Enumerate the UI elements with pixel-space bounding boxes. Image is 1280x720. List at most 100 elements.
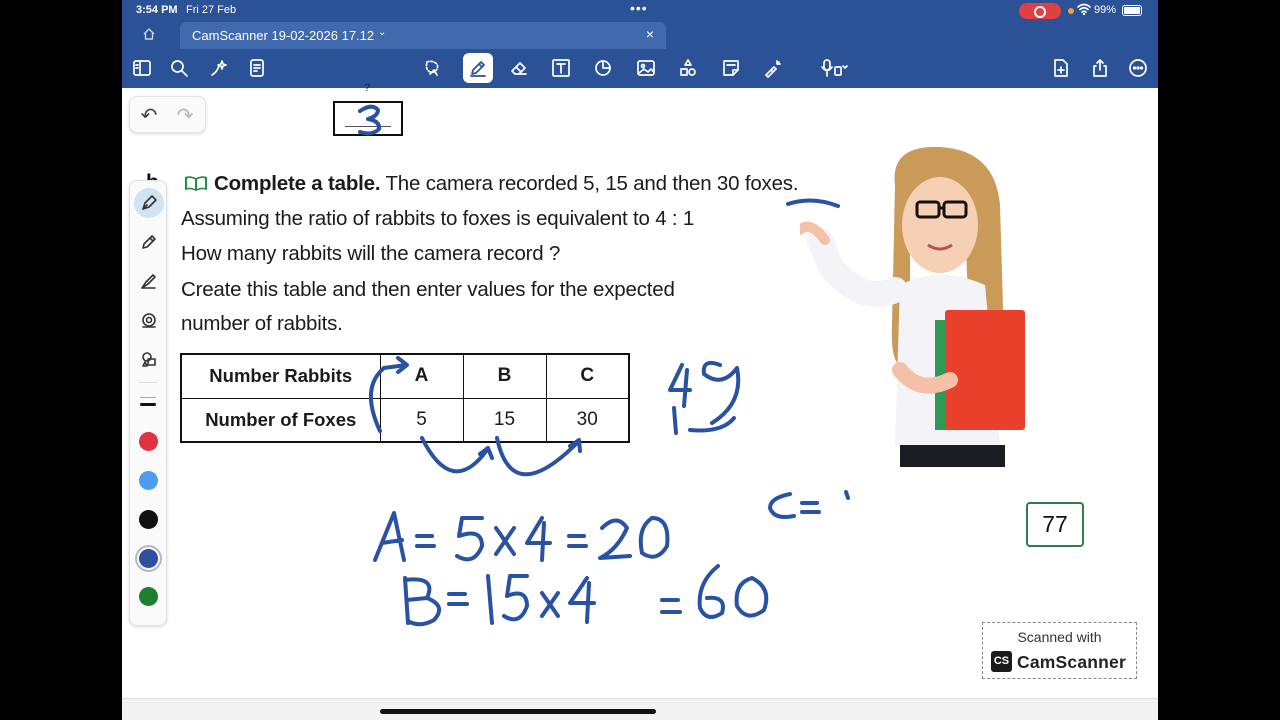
question-line-2: Assuming the ratio of rabbits to foxes i… xyxy=(181,207,695,230)
brush-pen-tool[interactable] xyxy=(134,266,164,296)
status-time: 3:54 PM xyxy=(136,4,178,16)
table-cell-foxes-c: 30 xyxy=(545,397,630,443)
worksheet-page[interactable]: ? b Complete a table. The camera recorde… xyxy=(122,82,1158,698)
more-icon xyxy=(1129,59,1147,77)
eraser-tool-button[interactable] xyxy=(504,53,534,83)
screen: 3:54 PM Fri 27 Feb ••• 99% CamScanner 19… xyxy=(0,0,1280,720)
pen-icon xyxy=(470,61,486,77)
share-icon xyxy=(1093,59,1107,77)
color-swatch-black[interactable] xyxy=(139,510,158,529)
undo-icon[interactable]: ↶ xyxy=(136,103,162,127)
image-icon xyxy=(637,60,655,76)
handwritten-eq-b xyxy=(403,564,769,627)
table-col-a: A xyxy=(379,353,464,399)
text-tool-button[interactable] xyxy=(546,53,576,83)
battery-icon xyxy=(1122,5,1142,16)
page-number: 77 xyxy=(1026,502,1084,547)
highlighter-icon xyxy=(142,313,156,328)
highlighter-tool[interactable] xyxy=(134,305,164,335)
sidebar-icon xyxy=(133,60,151,76)
camscanner-watermark: Scanned with CS CamScanner xyxy=(982,622,1137,679)
handwritten-eq-c xyxy=(768,490,850,519)
magic-button[interactable] xyxy=(204,53,234,83)
sidebar-toggle-button[interactable] xyxy=(127,53,157,83)
table-cell-foxes-a: 5 xyxy=(379,397,464,443)
tab-row: CamScanner 19-02-2026 17.12 ⌄ × xyxy=(122,22,1158,49)
arrow-15-to-30 xyxy=(495,436,582,477)
pen-tool-button[interactable] xyxy=(463,53,493,83)
answer-box xyxy=(333,101,403,136)
stickers-tool-button[interactable] xyxy=(673,53,703,83)
note-tool-button[interactable] xyxy=(716,53,746,83)
question-line-3: How many rabbits will the camera record … xyxy=(181,242,561,265)
document-icon xyxy=(250,59,264,77)
microphone-icon xyxy=(821,59,848,77)
watermark-brand: CamScanner xyxy=(1017,652,1126,672)
screen-recording-icon[interactable] xyxy=(1019,3,1061,19)
shapes-icon xyxy=(142,352,156,367)
table-row-header-foxes: Number of Foxes xyxy=(180,397,381,443)
search-icon xyxy=(171,60,188,77)
shapes-tool-button[interactable] xyxy=(588,53,618,83)
table-row-header-rabbits: Number Rabbits xyxy=(180,353,381,399)
goodnotes-app: 3:54 PM Fri 27 Feb ••• 99% CamScanner 19… xyxy=(122,0,1158,720)
handwritten-ratio xyxy=(668,360,741,435)
color-swatch-navy[interactable] xyxy=(139,549,158,568)
fountain-pen-icon xyxy=(142,195,157,210)
share-button[interactable] xyxy=(1085,53,1115,83)
shape-pen-tool[interactable] xyxy=(134,344,164,374)
audio-record-button[interactable] xyxy=(812,53,856,83)
stickers-icon xyxy=(680,59,696,76)
status-bar: 3:54 PM Fri 27 Feb ••• 99% xyxy=(122,0,1158,22)
handwritten-eq-a xyxy=(373,511,670,562)
book-icon xyxy=(185,176,207,191)
magic-wand-icon xyxy=(211,60,227,76)
watermark-text: Scanned with xyxy=(1017,629,1102,645)
chevron-down-icon[interactable]: ⌄ xyxy=(378,27,386,38)
undo-redo-group: ↶ ↷ xyxy=(129,96,206,133)
document-button[interactable] xyxy=(242,53,272,83)
girl-illustration xyxy=(800,146,1025,467)
top-bar: 3:54 PM Fri 27 Feb ••• 99% CamScanner 19… xyxy=(122,0,1158,88)
document-tab[interactable]: CamScanner 19-02-2026 17.12 ⌄ × xyxy=(180,22,666,49)
table-col-c: C xyxy=(545,353,630,399)
camscanner-logo: CS xyxy=(991,651,1012,672)
laser-tool-button[interactable] xyxy=(758,53,788,83)
question-line-5: number of rabbits. xyxy=(181,312,343,335)
add-page-button[interactable] xyxy=(1046,53,1076,83)
lasso-tool-button[interactable] xyxy=(417,53,447,83)
color-swatch-blue[interactable] xyxy=(139,471,158,490)
table-row: Number Rabbits A B C xyxy=(180,353,630,399)
stroke-width-option[interactable] xyxy=(140,403,156,406)
note-icon xyxy=(723,60,739,76)
home-indicator[interactable] xyxy=(380,709,656,714)
question-line-1: Complete a table. The camera recorded 5,… xyxy=(214,172,799,196)
question-title: Complete a table. xyxy=(214,172,381,195)
brush-pen-icon xyxy=(141,274,156,289)
image-tool-button[interactable] xyxy=(631,53,661,83)
fountain-pen-tool[interactable] xyxy=(134,188,164,218)
eraser-icon xyxy=(511,62,527,75)
text-box-icon xyxy=(552,59,570,77)
arrow-5-to-15 xyxy=(420,436,494,474)
battery-percent: 99% xyxy=(1094,4,1117,16)
color-swatch-red[interactable] xyxy=(139,432,158,451)
redo-icon[interactable]: ↷ xyxy=(172,103,198,127)
table-row: Number of Foxes 5 15 30 xyxy=(180,397,630,443)
question-text-1: The camera recorded 5, 15 and then 30 fo… xyxy=(380,172,799,195)
ballpoint-pen-icon xyxy=(142,235,156,249)
laser-pointer-icon xyxy=(765,60,781,78)
close-tab-icon[interactable]: × xyxy=(646,26,654,42)
question-line-4: Create this table and then enter values … xyxy=(181,278,675,301)
pen-palette xyxy=(129,180,167,626)
toolbar xyxy=(122,49,1158,88)
ballpoint-pen-tool[interactable] xyxy=(134,227,164,257)
tab-title: CamScanner 19-02-2026 17.12 xyxy=(192,28,375,43)
more-button[interactable] xyxy=(1123,53,1153,83)
wifi-icon xyxy=(1077,3,1091,18)
multitasking-dots-icon[interactable]: ••• xyxy=(630,0,648,16)
home-icon[interactable] xyxy=(142,27,156,45)
add-page-icon xyxy=(1054,59,1068,77)
search-button[interactable] xyxy=(164,53,194,83)
color-swatch-green[interactable] xyxy=(139,587,158,606)
